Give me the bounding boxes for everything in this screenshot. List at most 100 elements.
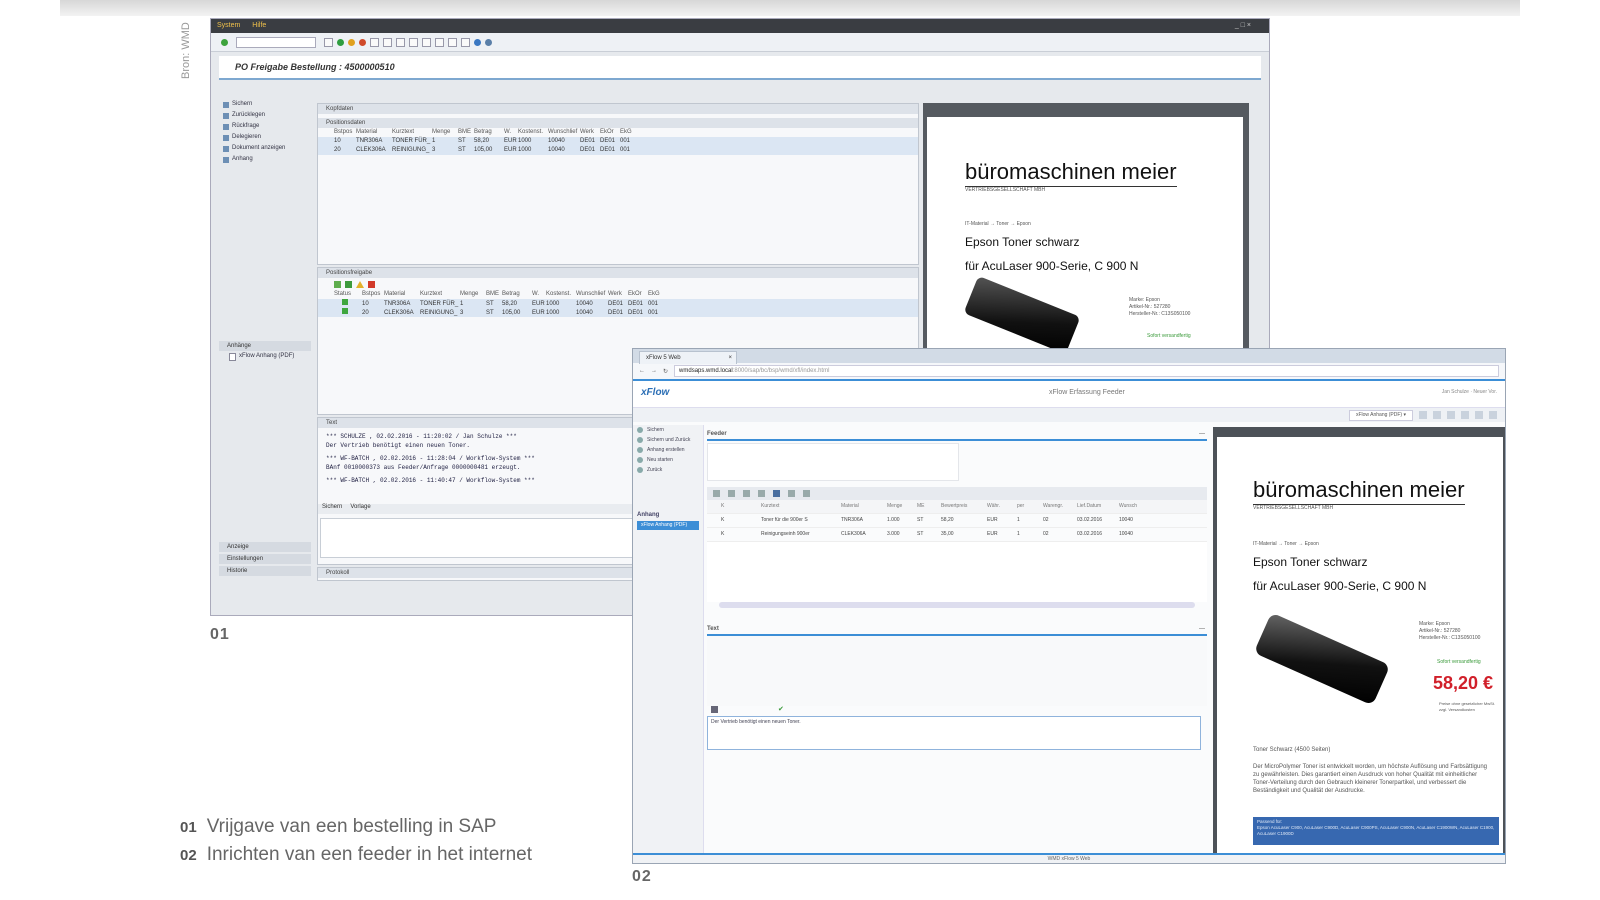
table-cell[interactable]: 02: [1043, 528, 1077, 541]
attachments-group[interactable]: Anhänge: [219, 341, 311, 351]
new-session-icon[interactable]: [461, 37, 470, 47]
copy-row-icon[interactable]: [728, 490, 735, 497]
nav-show-document-button[interactable]: Dokument anzeigen: [219, 143, 311, 154]
table-cell[interactable]: 03.02.2016: [1077, 514, 1119, 527]
find-icon[interactable]: [383, 37, 392, 47]
next-page-icon[interactable]: [435, 37, 444, 47]
user-info[interactable]: Jan Schulze · Neuer Vor.: [1442, 389, 1497, 395]
collapse-icon[interactable]: —: [1199, 624, 1205, 634]
command-field[interactable]: [236, 36, 316, 48]
reject-icon[interactable]: [368, 280, 375, 288]
nav-delegate-button[interactable]: Delegieren: [219, 132, 311, 143]
close-tab-icon[interactable]: ×: [728, 352, 732, 364]
export-icon[interactable]: [803, 490, 810, 497]
side-create-attachment-button[interactable]: Anhang erstellen: [633, 445, 703, 455]
save-icon[interactable]: [324, 37, 333, 47]
url-field[interactable]: wmdsaps.wmd.local:8000/sap/bc/bsp/wmd/xf…: [674, 365, 1499, 377]
table-icon[interactable]: [773, 490, 780, 497]
table-cell[interactable]: 02: [1043, 514, 1077, 527]
first-page-icon[interactable]: [409, 37, 418, 47]
warning-icon[interactable]: [356, 280, 364, 288]
kopfdaten-header[interactable]: Kopfdaten: [318, 104, 918, 114]
zoom-in-icon[interactable]: [1447, 411, 1455, 419]
table-cell[interactable]: 1: [1017, 514, 1043, 527]
back-icon[interactable]: [337, 38, 344, 46]
table-cell[interactable]: TNR306A: [841, 514, 887, 527]
print-icon[interactable]: [758, 490, 765, 497]
table-cell[interactable]: 10040: [1119, 528, 1149, 541]
side-attachment-item[interactable]: xFlow Anhang (PDF): [637, 521, 699, 530]
table-cell[interactable]: 10040: [1119, 514, 1149, 527]
nav-save-button[interactable]: Sichern: [219, 99, 311, 110]
table-cell[interactable]: EUR: [987, 514, 1017, 527]
nav-attachment-button[interactable]: Anhang: [219, 154, 311, 165]
table-cell[interactable]: 58,20: [941, 514, 987, 527]
table-cell[interactable]: 3.000: [887, 528, 917, 541]
nav-inquiry-button[interactable]: Rückfrage: [219, 121, 311, 132]
filter-icon[interactable]: [788, 490, 795, 497]
exit-icon[interactable]: [348, 38, 355, 46]
text-template-button[interactable]: Vorlage: [350, 504, 370, 514]
table-row[interactable]: 20 CLEK306A REINIGUNG_ 3 ST 105,00 EUR1000 1004…: [318, 146, 918, 155]
table-cell[interactable]: 1: [1017, 528, 1043, 541]
table-row[interactable]: K Reinigungseinh 900er CLEK306A 3.000 ST 35,0…: [707, 528, 1207, 542]
table-cell[interactable]: 03.02.2016: [1077, 528, 1119, 541]
find-next-icon[interactable]: [396, 37, 405, 47]
layout-icon[interactable]: [485, 38, 492, 46]
prev-page-icon[interactable]: [422, 37, 431, 47]
help-icon[interactable]: [474, 38, 481, 46]
zoom-out-icon[interactable]: [1461, 411, 1469, 419]
table-cell[interactable]: K: [721, 514, 761, 527]
add-row-icon[interactable]: [713, 490, 720, 497]
fit-icon[interactable]: [1475, 411, 1483, 419]
table-cell[interactable]: CLEK306A: [841, 528, 887, 541]
table-row[interactable]: 10 TNR306A TONER FÜR_ 1 ST 58,20 EUR1000 10040 D…: [318, 299, 918, 308]
table-cell[interactable]: Toner für die 900er S: [761, 514, 841, 527]
side-save-back-button[interactable]: Sichern und Zurück: [633, 435, 703, 445]
text-save-button[interactable]: Sichern: [322, 504, 342, 514]
side-back-button[interactable]: Zurück: [633, 465, 703, 475]
browser-tab[interactable]: xFlow 5 Web ×: [639, 351, 737, 364]
spec-manufacturer: Hersteller-Nr.: C13S050100: [1419, 635, 1481, 641]
positionsfreigabe-header[interactable]: Positionsfreigabe: [318, 268, 918, 278]
side-save-button[interactable]: Sichern: [633, 425, 703, 435]
checkmark-icon[interactable]: ✔: [778, 706, 785, 713]
table-row[interactable]: 20 CLEK306A REINIGUNG_ 3 ST 105,00 EUR1000 1004…: [318, 308, 918, 317]
nav-group-settings[interactable]: Einstellungen: [219, 554, 311, 564]
text-input[interactable]: Der Vertrieb benötigt einen neuen Toner.: [707, 716, 1201, 750]
approve-all-icon[interactable]: [345, 280, 352, 288]
table-cell[interactable]: 1.000: [887, 514, 917, 527]
refresh-icon[interactable]: [1419, 411, 1427, 419]
delete-row-icon[interactable]: [743, 490, 750, 497]
nav-group-history[interactable]: Historie: [219, 566, 311, 576]
enter-icon[interactable]: [221, 38, 228, 46]
side-restart-button[interactable]: Neu starten: [633, 455, 703, 465]
nav-group-display[interactable]: Anzeige: [219, 542, 311, 552]
forward-arrow-icon[interactable]: →: [651, 368, 657, 374]
attachment-dropdown[interactable]: xFlow Anhang (PDF) ▾: [1348, 409, 1413, 421]
table-cell[interactable]: Reinigungseinh 900er: [761, 528, 841, 541]
menu-system[interactable]: System: [217, 22, 240, 29]
back-arrow-icon[interactable]: ←: [639, 368, 645, 374]
print-icon[interactable]: [1489, 411, 1497, 419]
table-cell[interactable]: ST: [917, 514, 941, 527]
reload-icon[interactable]: ↻: [663, 368, 668, 375]
print-icon[interactable]: [370, 37, 379, 47]
save-icon[interactable]: [711, 706, 718, 713]
table-row[interactable]: 10 TNR306A TONER FÜR_ 1 ST 58,20 EUR1000 10040 D…: [318, 137, 918, 146]
positionsdaten-header[interactable]: Positionsdaten: [318, 118, 918, 128]
cancel-icon[interactable]: [359, 38, 366, 46]
table-row[interactable]: K Toner für die 900er S TNR306A 1.000 ST 58,2…: [707, 514, 1207, 528]
attachment-item[interactable]: xFlow Anhang (PDF): [219, 351, 311, 362]
last-page-icon[interactable]: [448, 37, 457, 47]
download-icon[interactable]: [1433, 411, 1441, 419]
table-cell[interactable]: K: [721, 528, 761, 541]
approve-flag-icon[interactable]: [334, 280, 341, 288]
collapse-icon[interactable]: —: [1199, 429, 1205, 439]
table-cell[interactable]: ST: [917, 528, 941, 541]
table-cell[interactable]: EUR: [987, 528, 1017, 541]
table-cell[interactable]: 35,00: [941, 528, 987, 541]
menu-help[interactable]: Hilfe: [252, 22, 266, 29]
window-controls[interactable]: _ □ ×: [1235, 19, 1251, 33]
nav-reserve-button[interactable]: Zurücklegen: [219, 110, 311, 121]
